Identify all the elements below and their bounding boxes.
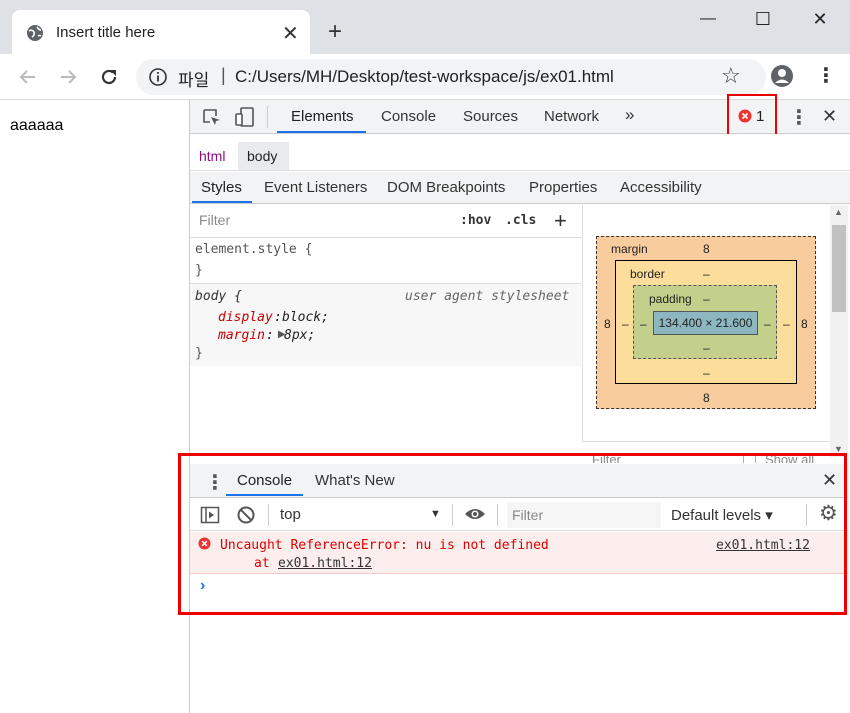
- url-separator: |: [221, 65, 226, 85]
- border-top-value[interactable]: –: [703, 267, 710, 281]
- forward-icon[interactable]: [58, 67, 78, 87]
- padding-label: padding: [649, 292, 692, 306]
- tab-console[interactable]: Console: [381, 108, 436, 125]
- box-model-content[interactable]: 134.400 × 21.600: [653, 311, 758, 335]
- prop-colon: :: [274, 310, 282, 325]
- tab-sources[interactable]: Sources: [463, 108, 518, 125]
- styles-filter-placeholder: Filter: [199, 212, 231, 228]
- styles-filter-input[interactable]: [194, 208, 446, 234]
- close-window-button[interactable]: ✕: [809, 8, 831, 30]
- styles-divider: [190, 237, 581, 238]
- subtab-properties[interactable]: Properties: [529, 179, 597, 196]
- cls-button[interactable]: .cls: [505, 213, 536, 228]
- dom-tree-clipped: [190, 134, 850, 141]
- error-count[interactable]: 1: [756, 108, 764, 125]
- security-label: 파일: [178, 71, 210, 90]
- breadcrumb-html[interactable]: html: [199, 148, 225, 164]
- minimize-button[interactable]: —: [697, 8, 719, 30]
- device-toolbar-icon[interactable]: [234, 106, 256, 128]
- inspect-element-icon[interactable]: [202, 108, 222, 128]
- border-label: border: [630, 267, 665, 281]
- url-text: C:/Users/MH/Desktop/test-workspace/js/ex…: [235, 67, 614, 86]
- new-style-rule-button[interactable]: +: [554, 208, 567, 234]
- body-rule-close: }: [195, 346, 203, 361]
- hov-button[interactable]: :hov: [460, 213, 491, 228]
- padding-right-value[interactable]: –: [764, 317, 771, 331]
- element-style-close: }: [195, 263, 203, 278]
- back-icon[interactable]: [18, 67, 38, 87]
- rule-source: user agent stylesheet: [405, 289, 570, 304]
- breadcrumb: [190, 141, 850, 171]
- border-bottom-value[interactable]: –: [703, 366, 710, 380]
- maximize-button[interactable]: ☐: [752, 8, 774, 30]
- error-icon: [738, 109, 752, 123]
- prop-display-value: block;: [282, 310, 329, 325]
- browser-menu-icon[interactable]: ⋮: [816, 63, 836, 88]
- margin-right-value[interactable]: 8: [801, 317, 808, 331]
- prop-colon-2: :: [266, 328, 274, 343]
- scroll-up-arrow-icon[interactable]: ▲: [834, 207, 843, 217]
- tab-close-icon[interactable]: ✕: [282, 21, 299, 46]
- padding-bottom-value[interactable]: –: [703, 341, 710, 355]
- body-selector: body {: [195, 289, 242, 304]
- breadcrumb-body[interactable]: body: [247, 148, 277, 164]
- console-highlight-box: [178, 453, 847, 615]
- active-tab-indicator: [277, 131, 366, 133]
- subtab-dom-breakpoints[interactable]: DOM Breakpoints: [387, 179, 505, 196]
- margin-bottom-value[interactable]: 8: [703, 391, 710, 405]
- tab-network[interactable]: Network: [544, 108, 599, 125]
- more-tabs-button[interactable]: »: [625, 105, 634, 125]
- active-subtab-indicator: [192, 201, 252, 203]
- subtab-event-listeners[interactable]: Event Listeners: [264, 179, 367, 196]
- box-model-divider: [582, 441, 830, 442]
- reload-icon[interactable]: [98, 66, 120, 88]
- bookmark-star-icon[interactable]: ☆: [721, 63, 741, 89]
- prop-margin-name: margin: [218, 328, 265, 343]
- globe-icon: [27, 25, 43, 41]
- subtab-styles[interactable]: Styles: [201, 179, 242, 196]
- tab-elements[interactable]: Elements: [291, 108, 354, 125]
- prop-margin-value: 8px;: [284, 328, 316, 343]
- element-style-selector[interactable]: element.style {: [195, 242, 312, 257]
- devtools-menu-icon[interactable]: ⋮: [789, 105, 809, 130]
- devtools-close-icon[interactable]: ✕: [822, 106, 837, 127]
- tab-title: Insert title here: [56, 24, 156, 41]
- border-right-value[interactable]: –: [783, 317, 790, 331]
- margin-top-value[interactable]: 8: [703, 242, 710, 256]
- margin-left-value[interactable]: 8: [604, 317, 611, 331]
- error-count-highlight: [727, 94, 777, 136]
- page-body-text: aaaaaa: [10, 117, 64, 134]
- prop-display-name: display: [218, 310, 273, 325]
- profile-avatar-icon[interactable]: [770, 64, 794, 88]
- border-left-value[interactable]: –: [622, 317, 629, 331]
- padding-left-value[interactable]: –: [640, 317, 647, 331]
- new-tab-button[interactable]: +: [328, 18, 342, 46]
- tab-divider: [267, 106, 268, 128]
- subtab-accessibility[interactable]: Accessibility: [620, 179, 702, 196]
- margin-label: margin: [611, 242, 648, 256]
- padding-top-value[interactable]: –: [703, 292, 710, 306]
- info-icon[interactable]: [148, 67, 168, 87]
- scrollbar-thumb[interactable]: [832, 225, 846, 312]
